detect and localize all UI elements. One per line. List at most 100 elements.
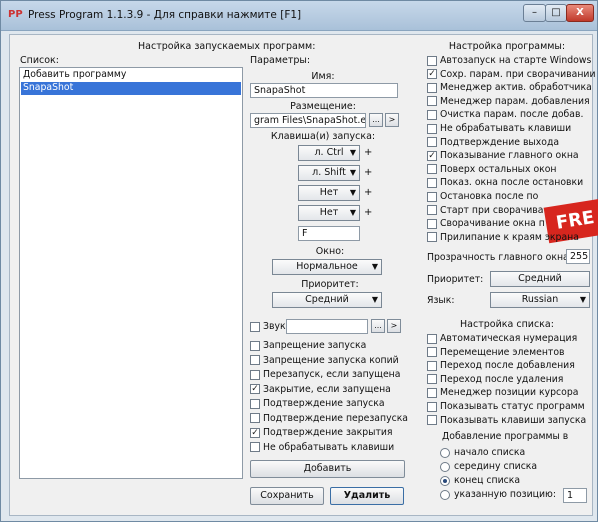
option-checkbox[interactable]: Не обрабатывать клавиши: [250, 442, 394, 455]
plus-sign: +: [364, 167, 373, 178]
plus-sign: +: [364, 147, 373, 158]
setting-checkbox[interactable]: Сворачивание окна п: [427, 218, 545, 231]
add-button[interactable]: Добавить: [250, 460, 405, 478]
list-item-selected[interactable]: SnapaShot: [21, 82, 241, 95]
transparency-input[interactable]: 255: [566, 249, 590, 264]
setting-checkbox[interactable]: Менеджер актив. обработчика: [427, 82, 592, 95]
list-setting-checkbox[interactable]: Менеджер позиции курсора: [427, 387, 578, 400]
option-checkbox[interactable]: Запрещение запуска: [250, 340, 366, 353]
setting-checkbox[interactable]: Не обрабатывать клавиши: [427, 123, 571, 136]
language-select[interactable]: Russian ▼: [490, 292, 590, 308]
checkbox-box: [427, 109, 437, 120]
setting-checkbox[interactable]: Старт при сворачива: [427, 205, 543, 218]
checkbox-box: [427, 360, 437, 371]
hotkey-1-select[interactable]: л. Ctrl ▼: [298, 145, 360, 161]
setting-checkbox[interactable]: ✓ Сохр. парам. при сворачивании: [427, 69, 596, 82]
location-input[interactable]: gram Files\SnapaShot.exe: [250, 113, 366, 128]
client-area: Настройка запускаемых программ: Список: …: [9, 34, 598, 516]
language-label: Язык:: [427, 295, 455, 306]
language-value: Russian: [521, 294, 559, 305]
checkbox-box: [250, 321, 260, 332]
checkbox-box: [427, 401, 437, 412]
open-location-button[interactable]: >: [385, 113, 399, 127]
save-button[interactable]: Сохранить: [250, 487, 324, 505]
checkbox-box: [250, 442, 260, 452]
sound-checkbox[interactable]: Звук:: [250, 321, 289, 334]
list-setting-checkbox[interactable]: Переход после добавления: [427, 360, 575, 373]
setting-checkbox[interactable]: Показ. окна после остановки: [427, 177, 583, 190]
option-checkbox[interactable]: Подтверждение перезапуска: [250, 413, 408, 426]
list-setting-checkbox[interactable]: Перемещение элементов: [427, 347, 565, 360]
chevron-down-icon: ▼: [579, 295, 586, 304]
checkbox-box: [427, 218, 437, 229]
checkbox-label: Подтверждение выхода: [440, 136, 560, 148]
app-icon: PP: [8, 9, 23, 20]
setting-checkbox[interactable]: ✓ Показывание главного окна: [427, 150, 579, 163]
list-setting-checkbox[interactable]: Показывать статус программ: [427, 401, 585, 414]
app-priority-select[interactable]: Средний: [490, 271, 590, 287]
position-radio[interactable]: указанную позицию:: [440, 489, 556, 502]
setting-checkbox[interactable]: Подтверждение выхода: [427, 137, 559, 150]
program-list[interactable]: Добавить программу SnapaShot: [19, 67, 243, 479]
position-radio[interactable]: начало списка: [440, 447, 525, 460]
checkbox-box: [427, 387, 437, 398]
position-input[interactable]: 1: [563, 488, 587, 503]
hotkey-4-select[interactable]: Нет ▼: [298, 205, 360, 221]
setting-checkbox[interactable]: Автозапуск на старте Windows: [427, 55, 591, 68]
add-position-label: Добавление программы в: [442, 431, 569, 442]
setting-checkbox[interactable]: Менеджер парам. добавления: [427, 96, 590, 109]
option-checkbox[interactable]: ✓ Подтверждение закрытия: [250, 427, 393, 440]
hotkey-3-select[interactable]: Нет ▼: [298, 185, 360, 201]
list-setting-checkbox[interactable]: Автоматическая нумерация: [427, 333, 577, 346]
list-item-add[interactable]: Добавить программу: [21, 69, 241, 82]
option-checkbox[interactable]: Запрещение запуска копий: [250, 355, 399, 368]
chevron-down-icon: ▼: [349, 208, 356, 217]
name-input[interactable]: SnapaShot: [250, 83, 398, 98]
list-settings-header: Настройка списка:: [460, 319, 554, 330]
option-checkbox[interactable]: Перезапуск, если запущена: [250, 369, 400, 382]
checkbox-label: Показывать клавиши запуска: [440, 414, 587, 426]
chevron-down-icon: ▼: [349, 168, 356, 177]
checkbox-box: [427, 205, 437, 216]
setting-checkbox[interactable]: Поверх остальных окон: [427, 164, 557, 177]
option-checkbox[interactable]: ✓ Закрытие, если запущена: [250, 384, 391, 397]
hotkey-2-select[interactable]: л. Shift ▼: [298, 165, 360, 181]
checkbox-box: ✓: [250, 427, 260, 438]
list-setting-checkbox[interactable]: Показывать клавиши запуска: [427, 415, 586, 428]
radio-label: конец списка: [454, 475, 521, 486]
delete-button[interactable]: Удалить: [330, 487, 404, 505]
hotkey-4-value: Нет: [319, 207, 339, 218]
position-radio[interactable]: середину списка: [440, 461, 537, 474]
list-caption: Список:: [20, 55, 59, 66]
play-sound-button[interactable]: >: [387, 319, 401, 333]
checkbox-label: Поверх остальных окон: [440, 163, 557, 175]
setting-checkbox[interactable]: Остановка после по: [427, 191, 538, 204]
hotkey-1-value: л. Ctrl: [314, 147, 344, 158]
minimize-button[interactable]: –: [523, 4, 546, 22]
checkbox-label: Сворачивание окна п: [440, 218, 545, 230]
checkbox-box: [427, 374, 437, 385]
sound-input[interactable]: [286, 319, 368, 334]
sound-label: Звук:: [263, 321, 289, 332]
checkbox-label: Не обрабатывать клавиши: [263, 441, 395, 453]
setting-checkbox[interactable]: Прилипание к краям экрана: [427, 232, 579, 245]
option-checkbox[interactable]: Подтверждение запуска: [250, 398, 385, 411]
setting-checkbox[interactable]: Очистка парам. после добав.: [427, 109, 583, 122]
maximize-button[interactable]: □: [545, 4, 567, 22]
position-radio[interactable]: конец списка: [440, 475, 520, 488]
window-mode-select[interactable]: Нормальное ▼: [272, 259, 382, 275]
close-button[interactable]: X: [566, 4, 594, 22]
location-label: Размещение:: [290, 101, 356, 112]
title-bar[interactable]: PP Press Program 1.1.3.9 - Для справки н…: [1, 1, 597, 31]
hotkey-char-input[interactable]: F: [298, 226, 360, 241]
priority-select[interactable]: Средний ▼: [272, 292, 382, 308]
checkbox-label: Автоматическая нумерация: [440, 333, 578, 344]
checkbox-label: Менеджер парам. добавления: [440, 95, 590, 107]
plus-sign: +: [364, 187, 373, 198]
checkbox-box: [250, 355, 260, 365]
checkbox-box: [427, 177, 437, 188]
browse-sound-button[interactable]: ...: [371, 319, 385, 333]
hotkey-3-value: Нет: [319, 187, 339, 198]
list-setting-checkbox[interactable]: Переход после удаления: [427, 374, 563, 387]
browse-location-button[interactable]: ...: [369, 113, 383, 127]
